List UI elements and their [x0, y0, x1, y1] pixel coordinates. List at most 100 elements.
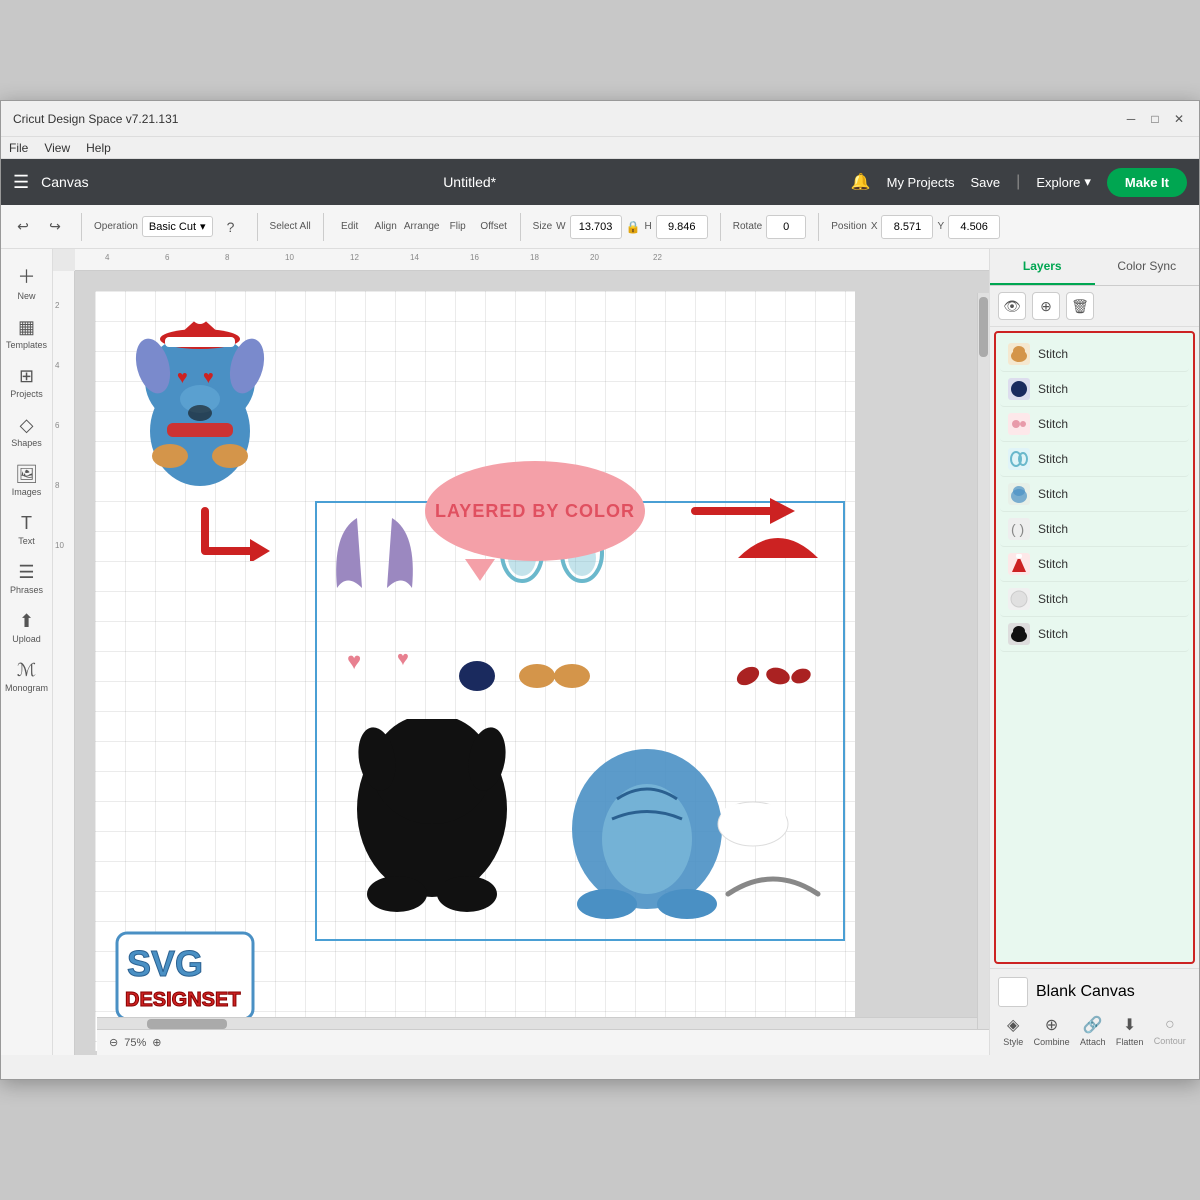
- sidebar-item-upload[interactable]: ⬆ Upload: [5, 605, 49, 650]
- svg-text:SVG: SVG: [127, 943, 203, 984]
- operation-dropdown[interactable]: Basic Cut ▾: [142, 216, 213, 237]
- sidebar-item-phrases[interactable]: ☰ Phrases: [5, 556, 49, 601]
- undo-btn[interactable]: ↩: [9, 213, 37, 241]
- layer-item[interactable]: Stitch: [1000, 407, 1189, 442]
- lock-icon[interactable]: 🔒: [626, 220, 641, 234]
- scroll-thumb-right[interactable]: [979, 297, 988, 357]
- save-btn[interactable]: Save: [971, 175, 1001, 190]
- layer-thumb: [1008, 623, 1030, 645]
- layer-delete-btn[interactable]: 🗑: [1066, 292, 1094, 320]
- y-input[interactable]: [948, 215, 1000, 239]
- ruler-mark: 8: [225, 253, 229, 262]
- width-input[interactable]: [570, 215, 622, 239]
- minimize-btn[interactable]: ─: [1123, 111, 1139, 127]
- layer-item[interactable]: ( ) Stitch: [1000, 512, 1189, 547]
- layer-name: Stitch: [1038, 347, 1068, 361]
- layer-visibility-btn[interactable]: 👁: [998, 292, 1026, 320]
- flip-btn[interactable]: Flip: [444, 213, 472, 241]
- ruler-mark: 4: [105, 253, 109, 262]
- document-title: Untitled*: [101, 174, 839, 190]
- maximize-btn[interactable]: □: [1147, 111, 1163, 127]
- canvas-label: Canvas: [41, 174, 88, 190]
- layer-item[interactable]: Stitch: [1000, 337, 1189, 372]
- offset-btn[interactable]: Offset: [480, 213, 508, 241]
- make-it-btn[interactable]: Make It: [1107, 168, 1187, 197]
- layer-item[interactable]: Stitch: [1000, 617, 1189, 652]
- scrollbar-bottom[interactable]: [97, 1017, 977, 1029]
- ruler-mark: 10: [55, 541, 64, 550]
- zoom-bar: ⊖ 75% ⊕: [97, 1029, 989, 1055]
- stitch-character[interactable]: ♥ ♥: [125, 311, 275, 491]
- toolbar-divider-3: [323, 213, 324, 241]
- layer-name: Stitch: [1038, 452, 1068, 466]
- my-projects-btn[interactable]: My Projects: [887, 175, 955, 190]
- menu-file[interactable]: File: [9, 141, 28, 155]
- svg-logo: SVG DESIGNSET: [115, 931, 255, 1021]
- layer-item[interactable]: Stitch: [1000, 372, 1189, 407]
- layer-thumb: ( ): [1008, 518, 1030, 540]
- zoom-out-btn[interactable]: ⊖: [109, 1036, 118, 1049]
- align-btn[interactable]: Align: [372, 213, 400, 241]
- x-input[interactable]: [881, 215, 933, 239]
- scrollbar-right[interactable]: [977, 293, 989, 1029]
- position-label: Position: [831, 221, 867, 232]
- tab-layers[interactable]: Layers: [990, 249, 1095, 285]
- sidebar-item-monogram[interactable]: ℳ Monogram: [5, 654, 49, 699]
- contour-icon: ○: [1165, 1016, 1175, 1034]
- help-btn[interactable]: ?: [217, 213, 245, 241]
- combine-btn[interactable]: ⊕ Combine: [1034, 1015, 1070, 1047]
- sidebar-item-text[interactable]: T Text: [5, 507, 49, 552]
- ruler-mark: 22: [653, 253, 662, 262]
- canvas-area[interactable]: ♥ ♥: [75, 271, 989, 1055]
- selection-box[interactable]: ♥ ♥: [315, 501, 845, 941]
- close-btn[interactable]: ✕: [1171, 111, 1187, 127]
- sidebar-item-projects[interactable]: ⊞ Projects: [5, 360, 49, 405]
- layer-name: Stitch: [1038, 557, 1068, 571]
- sidebar-item-new[interactable]: ＋ New: [5, 257, 49, 307]
- height-input[interactable]: [656, 215, 708, 239]
- speech-bubble: LAYERED BY COLOR: [425, 461, 645, 561]
- style-btn[interactable]: ◈ Style: [1003, 1015, 1023, 1047]
- layer-item[interactable]: Stitch: [1000, 547, 1189, 582]
- scroll-thumb-bottom[interactable]: [147, 1019, 227, 1029]
- right-arrow: [685, 486, 805, 546]
- ruler-mark: 6: [165, 253, 169, 262]
- bell-icon[interactable]: 🔔: [851, 172, 871, 192]
- monogram-icon: ℳ: [17, 660, 36, 681]
- size-section: Size W 🔒 H: [533, 215, 708, 239]
- select-all-label[interactable]: Select All: [270, 221, 311, 232]
- attach-btn[interactable]: 🔗 Attach: [1080, 1015, 1106, 1047]
- app-name: Cricut Design Space v7.21.131: [13, 112, 1187, 126]
- hamburger-icon[interactable]: ☰: [13, 172, 29, 193]
- dropdown-arrow: ▾: [200, 220, 206, 233]
- sidebar-item-images[interactable]: 🖼 Images: [5, 458, 49, 503]
- corner-arrow: [195, 501, 275, 570]
- toolbar-divider-4: [520, 213, 521, 241]
- menu-view[interactable]: View: [44, 141, 70, 155]
- flatten-btn[interactable]: ⬇ Flatten: [1116, 1015, 1144, 1047]
- layer-item[interactable]: Stitch: [1000, 582, 1189, 617]
- arrange-btn[interactable]: Arrange: [408, 213, 436, 241]
- svg-text:( ): ( ): [1011, 521, 1024, 537]
- menu-help[interactable]: Help: [86, 141, 111, 155]
- right-panel: Layers Color Sync 👁 ⊕ 🗑 Stitch: [989, 249, 1199, 1055]
- sidebar-item-templates[interactable]: ▦ Templates: [5, 311, 49, 356]
- undo-redo-section: ↩ ↪: [9, 213, 69, 241]
- layer-item[interactable]: Stitch: [1000, 477, 1189, 512]
- layer-duplicate-btn[interactable]: ⊕: [1032, 292, 1060, 320]
- explore-btn[interactable]: Explore ▾: [1036, 174, 1091, 190]
- layer-item[interactable]: Stitch: [1000, 442, 1189, 477]
- svg-text:DESIGNSET: DESIGNSET: [125, 989, 241, 1011]
- chevron-down-icon: ▾: [1084, 174, 1091, 190]
- width-label: W: [556, 221, 565, 232]
- redo-btn[interactable]: ↪: [41, 213, 69, 241]
- rotate-input[interactable]: [766, 215, 806, 239]
- new-icon: ＋: [18, 263, 36, 289]
- zoom-in-btn[interactable]: ⊕: [152, 1036, 161, 1049]
- shapes-icon: ◇: [20, 415, 34, 436]
- style-icon: ◈: [1007, 1015, 1019, 1035]
- contour-btn[interactable]: ○ Contour: [1154, 1016, 1186, 1046]
- tab-color-sync[interactable]: Color Sync: [1095, 249, 1200, 285]
- sidebar-item-shapes[interactable]: ◇ Shapes: [5, 409, 49, 454]
- edit-btn[interactable]: Edit: [336, 213, 364, 241]
